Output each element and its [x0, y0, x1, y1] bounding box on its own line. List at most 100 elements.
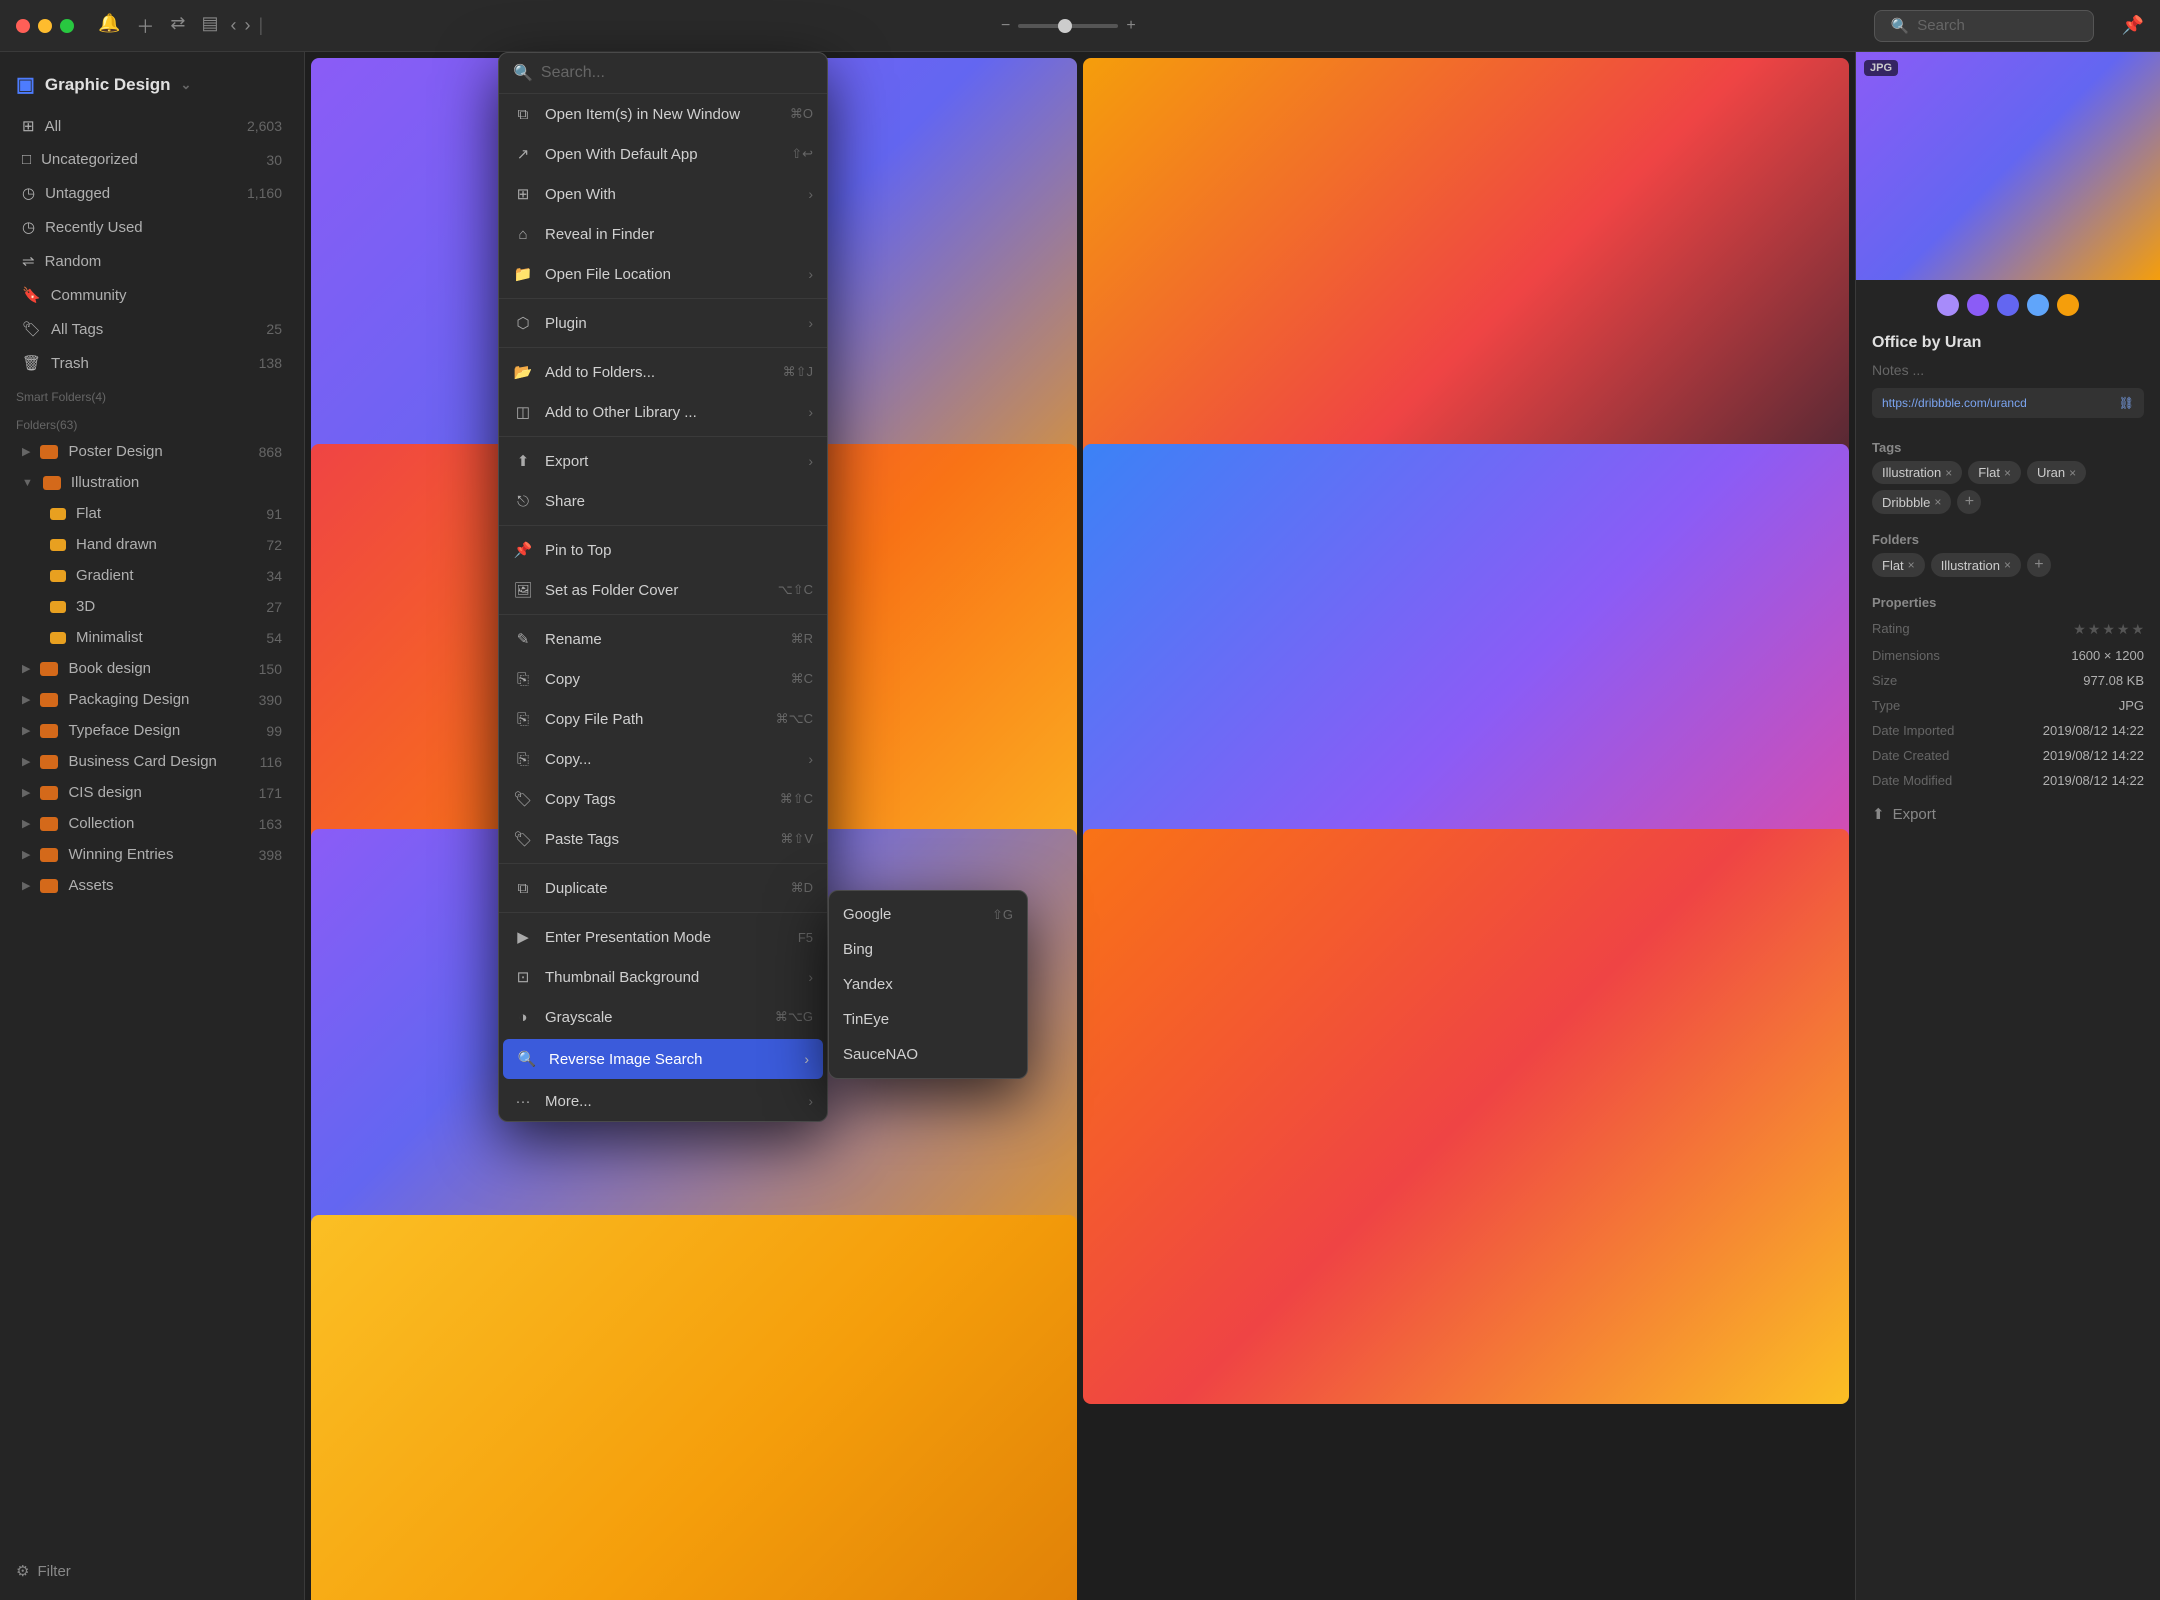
shortcut: ⌘⇧C: [780, 791, 813, 807]
finder-icon: ⌂: [513, 224, 533, 244]
chevron-right-icon: ›: [808, 453, 813, 469]
pin-icon: 📌: [513, 540, 533, 560]
context-menu-overlay[interactable]: 🔍 ⧉ Open Item(s) in New Window ⌘O ↗ Open…: [0, 0, 2160, 1600]
submenu-google[interactable]: Google ⇧G: [829, 897, 1027, 932]
context-search-input[interactable]: [541, 64, 813, 82]
menu-presentation-mode[interactable]: ▶ Enter Presentation Mode F5: [499, 917, 827, 957]
shortcut: ⌘O: [790, 106, 813, 122]
chevron-right-icon: ›: [808, 315, 813, 331]
menu-label: Open With Default App: [545, 146, 698, 163]
shortcut: F5: [798, 930, 813, 945]
shortcut: ⌘⇧V: [780, 831, 813, 847]
thumb-icon: ⊡: [513, 967, 533, 987]
folder-icon: 📁: [513, 264, 533, 284]
shortcut: ⌥⇧C: [778, 582, 813, 598]
menu-divider: [499, 298, 827, 299]
present-icon: ▶: [513, 927, 533, 947]
shortcut: ⌘⌥C: [776, 711, 813, 727]
menu-label: Open Item(s) in New Window: [545, 106, 740, 123]
menu-label: Enter Presentation Mode: [545, 929, 711, 946]
menu-duplicate[interactable]: ⧉ Duplicate ⌘D: [499, 868, 827, 908]
submenu-saucenao[interactable]: SauceNAO: [829, 1037, 1027, 1072]
saucenao-label: SauceNAO: [843, 1046, 918, 1063]
menu-label: Pin to Top: [545, 542, 611, 559]
menu-open-new-window[interactable]: ⧉ Open Item(s) in New Window ⌘O: [499, 94, 827, 134]
rename-icon: ✎: [513, 629, 533, 649]
shortcut: ⌘⌥G: [775, 1009, 813, 1025]
shortcut: ⌘C: [791, 671, 813, 687]
menu-label: Set as Folder Cover: [545, 582, 678, 599]
search-icon: 🔍: [513, 63, 533, 83]
copy-icon: ⎘: [513, 669, 533, 689]
tag-paste-icon: 🏷: [513, 829, 533, 849]
menu-open-with[interactable]: ⊞ Open With ›: [499, 174, 827, 214]
menu-copy[interactable]: ⎘ Copy ⌘C: [499, 659, 827, 699]
menu-pin-to-top[interactable]: 📌 Pin to Top: [499, 530, 827, 570]
menu-label: Add to Other Library ...: [545, 404, 697, 421]
menu-label: Copy File Path: [545, 711, 643, 728]
menu-divider: [499, 347, 827, 348]
menu-label: More...: [545, 1093, 592, 1110]
submenu-tineye[interactable]: TinEye: [829, 1002, 1027, 1037]
yandex-label: Yandex: [843, 976, 893, 993]
submenu-bing[interactable]: Bing: [829, 932, 1027, 967]
menu-divider: [499, 614, 827, 615]
menu-reveal-finder[interactable]: ⌂ Reveal in Finder: [499, 214, 827, 254]
shortcut: ⌘R: [791, 631, 813, 647]
chevron-right-icon: ›: [808, 1093, 813, 1109]
menu-label: Open With: [545, 186, 616, 203]
chevron-right-icon: ›: [804, 1051, 809, 1067]
library-icon: ◫: [513, 402, 533, 422]
duplicate-icon: ⧉: [513, 878, 533, 898]
menu-label: Grayscale: [545, 1009, 613, 1026]
menu-add-folders[interactable]: 📂 Add to Folders... ⌘⇧J: [499, 352, 827, 392]
menu-copy-file-path[interactable]: ⎘ Copy File Path ⌘⌥C: [499, 699, 827, 739]
submenu-yandex[interactable]: Yandex: [829, 967, 1027, 1002]
google-shortcut: ⇧G: [992, 907, 1013, 923]
more-icon: ···: [513, 1091, 533, 1111]
menu-plugin[interactable]: ⬡ Plugin ›: [499, 303, 827, 343]
menu-reverse-image-search[interactable]: 🔍 Reverse Image Search › Google ⇧G Bing …: [503, 1039, 823, 1079]
context-menu-search[interactable]: 🔍: [499, 53, 827, 94]
menu-label: Thumbnail Background: [545, 969, 699, 986]
menu-share[interactable]: ⎋ Share: [499, 481, 827, 521]
menu-label: Rename: [545, 631, 602, 648]
copy2-icon: ⎘: [513, 749, 533, 769]
menu-divider: [499, 436, 827, 437]
reverse-image-submenu: Google ⇧G Bing Yandex TinEye SauceNAO: [828, 890, 1028, 1079]
menu-more[interactable]: ··· More... ›: [499, 1081, 827, 1121]
menu-copy-sub[interactable]: ⎘ Copy... ›: [499, 739, 827, 779]
app-icon: ↗: [513, 144, 533, 164]
menu-copy-tags[interactable]: 🏷 Copy Tags ⌘⇧C: [499, 779, 827, 819]
menu-label: Paste Tags: [545, 831, 619, 848]
menu-open-default[interactable]: ↗ Open With Default App ⇧↩: [499, 134, 827, 174]
menu-export[interactable]: ⬆ Export ›: [499, 441, 827, 481]
folder-add-icon: 📂: [513, 362, 533, 382]
menu-divider: [499, 912, 827, 913]
shortcut: ⌘D: [791, 880, 813, 896]
export-icon: ⬆: [513, 451, 533, 471]
tineye-label: TinEye: [843, 1011, 889, 1028]
shortcut: ⇧↩: [791, 146, 813, 162]
menu-label: Copy...: [545, 751, 591, 768]
menu-label: Copy Tags: [545, 791, 616, 808]
menu-divider: [499, 863, 827, 864]
menu-open-file-location[interactable]: 📁 Open File Location ›: [499, 254, 827, 294]
context-menu: 🔍 ⧉ Open Item(s) in New Window ⌘O ↗ Open…: [498, 52, 828, 1122]
bing-label: Bing: [843, 941, 873, 958]
menu-thumbnail-background[interactable]: ⊡ Thumbnail Background ›: [499, 957, 827, 997]
menu-label: Share: [545, 493, 585, 510]
chevron-right-icon: ›: [808, 751, 813, 767]
menu-label: Copy: [545, 671, 580, 688]
tag-copy-icon: 🏷: [513, 789, 533, 809]
chevron-right-icon: ›: [808, 969, 813, 985]
menu-set-folder-cover[interactable]: 🖼 Set as Folder Cover ⌥⇧C: [499, 570, 827, 610]
menu-rename[interactable]: ✎ Rename ⌘R: [499, 619, 827, 659]
menu-divider: [499, 525, 827, 526]
menu-paste-tags[interactable]: 🏷 Paste Tags ⌘⇧V: [499, 819, 827, 859]
menu-grayscale[interactable]: ◑ Grayscale ⌘⌥G: [499, 997, 827, 1037]
window-icon: ⧉: [513, 104, 533, 124]
shortcut: ⌘⇧J: [783, 364, 813, 380]
path-icon: ⎘: [513, 709, 533, 729]
menu-add-other-library[interactable]: ◫ Add to Other Library ... ›: [499, 392, 827, 432]
